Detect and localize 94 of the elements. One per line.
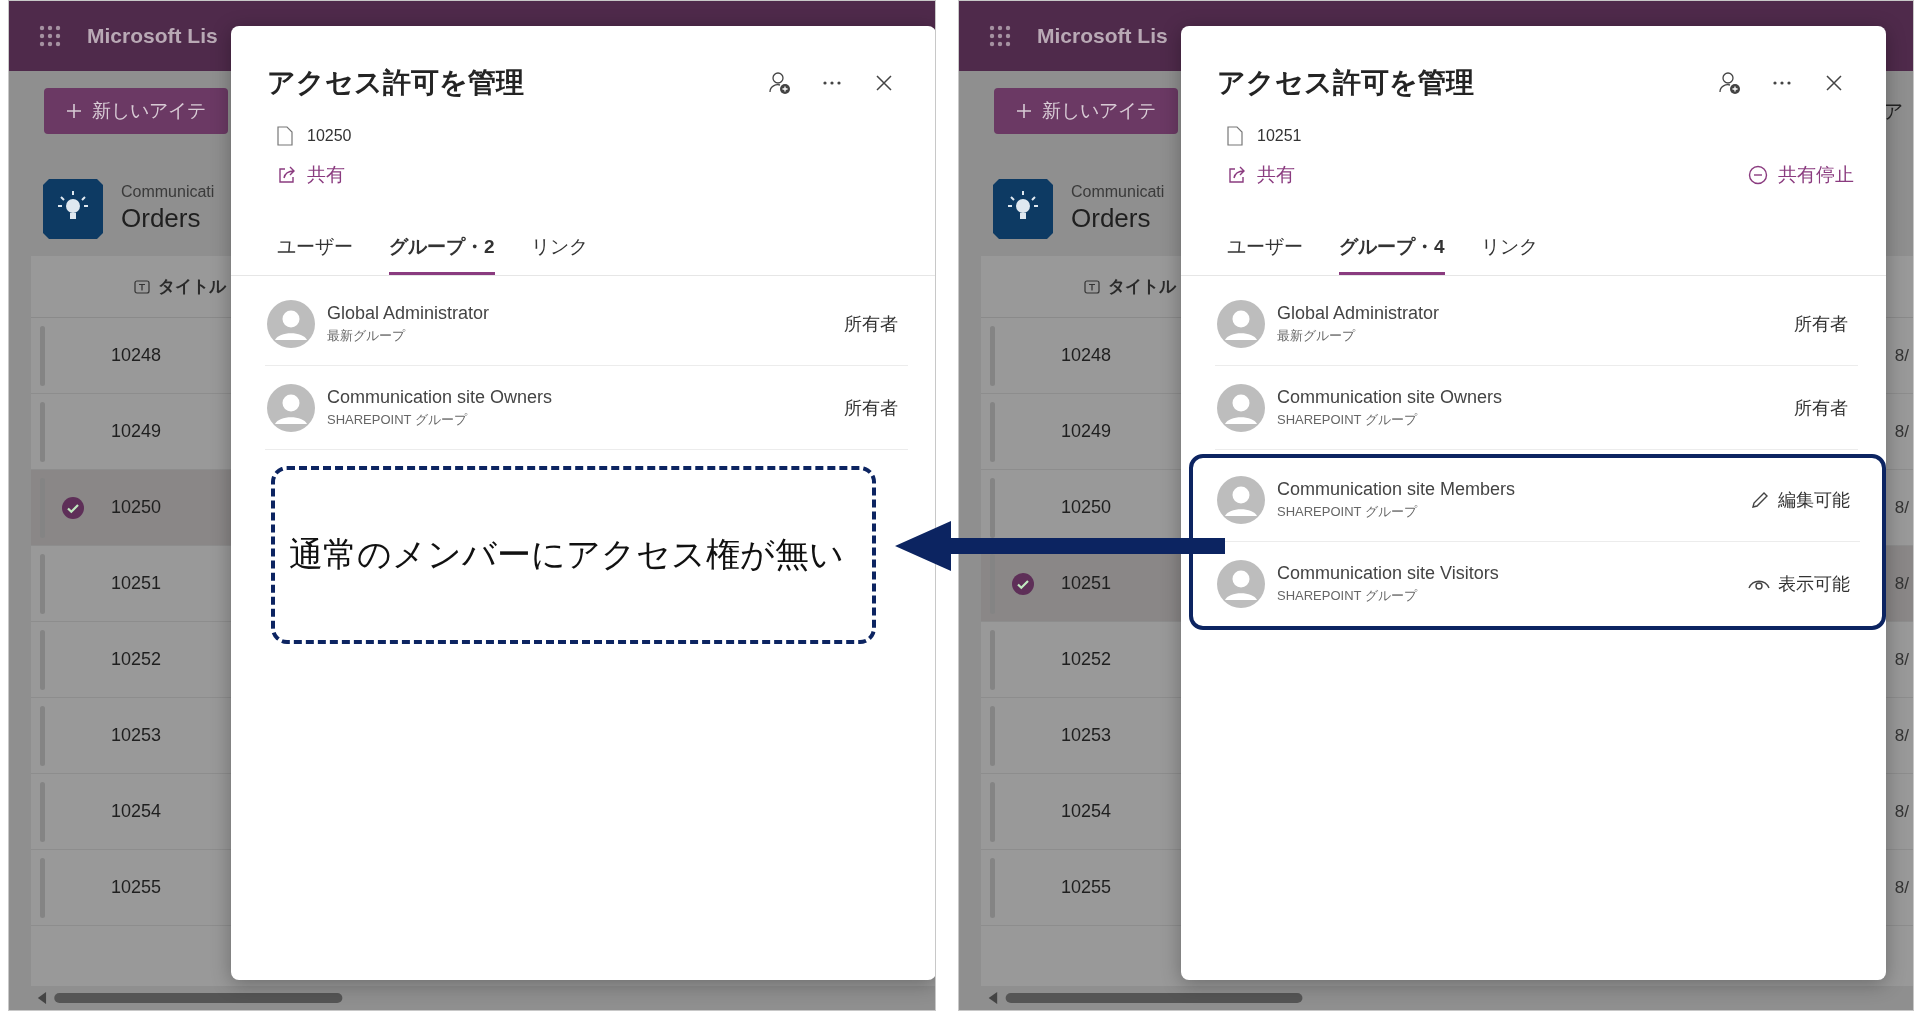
title-cell: 10250 [1061,497,1112,518]
add-person-icon [769,71,791,95]
item-name: 10251 [1257,127,1302,145]
permission-level: 表示可能 [1778,573,1850,596]
share-button[interactable]: 共有 [277,162,345,188]
plus-icon [66,103,82,119]
date-cell: 8/ [1894,649,1909,670]
dialog-title: アクセス許可を管理 [267,66,525,100]
title-cell: 10254 [111,801,162,822]
app-title: Microsoft Lis [87,24,218,48]
share-button[interactable]: 共有 [1227,162,1295,188]
more-icon [823,81,841,85]
text-column-icon [1084,279,1100,294]
title-cell: 10255 [111,877,162,898]
permission-level: 所有者 [1794,396,1848,420]
tab[interactable]: ユーザー [1227,226,1303,275]
date-cell: 8/ [1894,877,1909,898]
list-name: Orders [121,203,202,234]
app-launcher-icon[interactable] [39,25,61,47]
site-name[interactable]: Communicati [1071,183,1165,201]
close-icon [1826,75,1842,91]
plus-icon [1016,103,1032,119]
dialog-title: アクセス許可を管理 [1217,66,1475,100]
share-icon [1227,165,1247,185]
avatar-icon [267,299,315,348]
lightbulb-logo-icon [993,178,1053,239]
title-cell: 10248 [111,345,162,366]
title-cell: 10252 [111,649,162,670]
column-header[interactable]: タイトル [1108,275,1176,298]
stop-sharing-button[interactable]: 共有停止 [1748,162,1854,188]
group-name: Communication site Members [1277,478,1517,500]
group-type: 最新グループ [327,326,407,345]
group-name: Global Administrator [1277,302,1441,324]
group-type: SHAREPOINT グループ [1277,410,1419,429]
avatar-icon [1217,299,1265,348]
tab[interactable]: グループ・2 [389,226,495,275]
group-type: SHAREPOINT グループ [327,410,469,429]
title-cell: 10248 [1061,345,1112,366]
avatar-icon [1217,475,1265,524]
title-cell: 10255 [1061,877,1112,898]
group-name: Communication site Owners [327,386,554,408]
app-launcher-icon[interactable] [989,25,1011,47]
text-column-icon [134,279,150,294]
title-cell: 10253 [1061,725,1112,746]
date-cell: 8/ [1894,345,1909,366]
add-person-icon [1719,71,1741,95]
group-type: 最新グループ [1277,326,1357,345]
group-name: Communication site Owners [1277,386,1504,408]
title-cell: 10253 [111,725,162,746]
group-name: Communication site Visitors [1277,563,1500,584]
date-cell: 8/ [1894,421,1909,442]
lightbulb-logo-icon [43,178,103,239]
permission-level: 編集可能 [1778,488,1850,512]
share-icon [277,165,297,185]
tab[interactable]: グループ・4 [1339,226,1445,275]
group-type: SHAREPOINT グループ [1277,502,1419,521]
tab[interactable]: ユーザー [277,226,353,275]
document-icon [1227,126,1243,146]
title-cell: 10254 [1061,801,1112,822]
document-icon [277,126,293,146]
date-cell: 8/ [1894,573,1909,594]
more-icon [1773,81,1791,85]
title-cell: 10249 [111,421,162,442]
tab[interactable]: リンク [1480,226,1538,275]
group-name: Global Administrator [327,302,491,324]
app-title: Microsoft Lis [1037,24,1168,48]
group-type: SHAREPOINT グループ [1277,587,1419,605]
new-item-button[interactable]: 新しいアイテ [44,88,228,134]
avatar-icon [267,383,315,432]
checkmark-icon[interactable] [61,495,85,520]
date-cell: 8/ [1894,725,1909,746]
callout-text: 通常のメンバーにアクセス権が無い [289,533,844,576]
permission-level: 所有者 [844,396,898,420]
checkmark-icon[interactable] [1011,571,1035,596]
title-cell: 10251 [1061,573,1112,594]
site-name[interactable]: Communicati [121,183,215,201]
date-cell: 8/ [1894,497,1909,518]
title-cell: 10249 [1061,421,1112,442]
minus-circle-icon [1748,165,1768,185]
new-item-button[interactable]: 新しいアイテ [994,88,1178,134]
title-cell: 10250 [111,497,162,518]
avatar-icon [1217,383,1265,432]
list-name: Orders [1071,203,1152,234]
avatar-icon [1217,560,1265,608]
item-name: 10250 [307,127,352,145]
permission-level: 所有者 [1794,312,1848,336]
tab[interactable]: リンク [530,226,588,275]
permission-level: 所有者 [844,312,898,336]
date-cell: 8/ [1894,801,1909,822]
close-icon [876,75,892,91]
column-header[interactable]: タイトル [158,275,226,298]
title-cell: 10251 [111,573,162,594]
command-label[interactable]: ア [1883,97,1903,125]
title-cell: 10252 [1061,649,1112,670]
